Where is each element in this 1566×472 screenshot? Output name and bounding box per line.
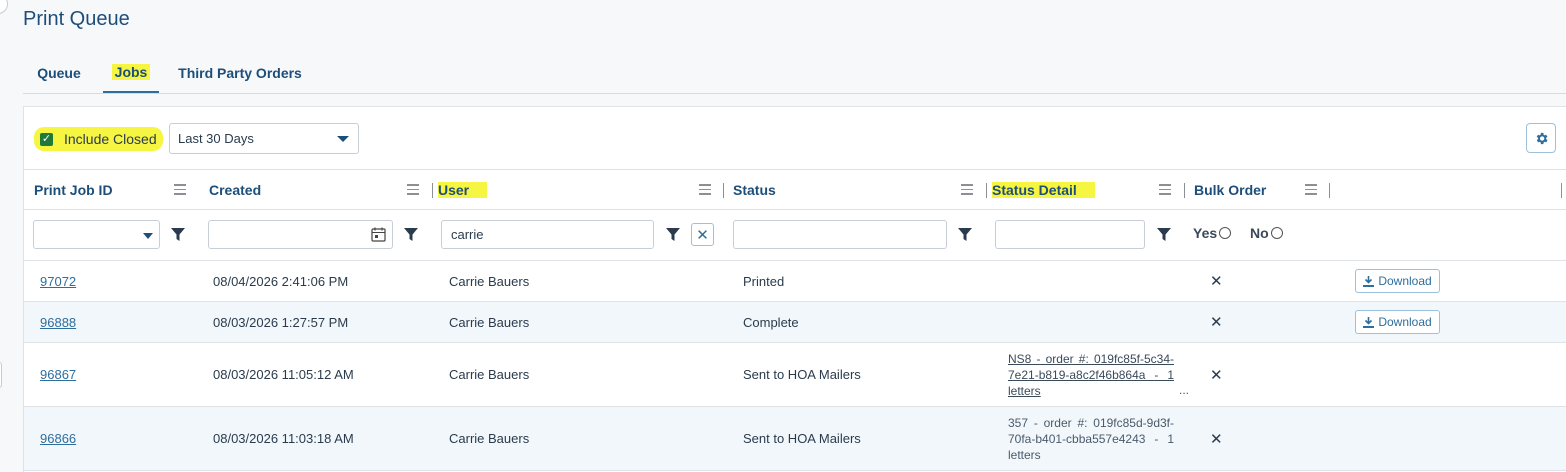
clear-filter-button[interactable]: ✕	[691, 223, 714, 246]
column-header-bulk-order[interactable]: Bulk Order	[1194, 170, 1266, 210]
print-job-id-filter-select[interactable]	[33, 220, 160, 249]
column-header-user[interactable]: User	[438, 170, 488, 210]
checkbox-checked-icon[interactable]: ✓	[40, 132, 53, 146]
bulk-order-no-icon: ✕	[1210, 367, 1223, 384]
download-icon	[1363, 316, 1375, 328]
radio-button[interactable]	[1219, 227, 1232, 239]
download-label: Download	[1378, 315, 1432, 329]
column-resize-handle[interactable]	[432, 183, 433, 198]
column-menu-icon[interactable]	[961, 184, 973, 195]
filter-row: carrie ✕ Yes No	[24, 210, 1566, 261]
print-job-id-link[interactable]: 97072	[40, 261, 76, 301]
column-resize-handle[interactable]	[1561, 183, 1562, 198]
table-row: 96866 08/03/2026 11:03:18 AM Carrie Baue…	[24, 407, 1566, 471]
user-filter-input[interactable]: carrie	[441, 220, 654, 249]
created-cell: 08/03/2026 11:03:18 AM	[213, 431, 354, 446]
download-button[interactable]: Download	[1355, 310, 1440, 334]
user-cell: Carrie Bauers	[449, 273, 530, 289]
grid-toolbar: ✓ Include Closed Last 30 Days	[24, 107, 1566, 170]
chevron-down-icon	[337, 136, 349, 142]
side-panel-toggle[interactable]	[0, 362, 2, 388]
tab-third-party-orders[interactable]: Third Party Orders	[173, 52, 307, 93]
include-closed-toggle[interactable]: ✓ Include Closed	[34, 127, 163, 151]
status-cell: Sent to HOA Mailers	[743, 431, 861, 446]
print-job-id-link[interactable]: 96888	[40, 302, 76, 342]
tab-jobs-label: Jobs	[111, 63, 151, 80]
column-header-status[interactable]: Status	[733, 170, 776, 210]
created-cell: 08/04/2026 2:41:06 PM	[213, 273, 349, 289]
chevron-down-icon	[143, 233, 153, 239]
filter-icon[interactable]	[958, 228, 972, 241]
tab-queue-label: Queue	[37, 64, 81, 81]
status-filter-input[interactable]	[733, 220, 947, 249]
jobs-grid-panel: ✓ Include Closed Last 30 Days Print Job …	[23, 106, 1566, 472]
column-header-print-job-id[interactable]: Print Job ID	[34, 170, 113, 210]
close-icon: ✕	[696, 226, 709, 244]
bulk-order-no-icon: ✕	[1210, 314, 1223, 331]
page-title: Print Queue	[23, 8, 130, 30]
calendar-icon[interactable]	[371, 227, 386, 242]
created-cell: 08/03/2026 1:27:57 PM	[213, 314, 349, 330]
status-detail-link[interactable]: NS8 - order #: 019fc85f-5c34-7e21-b819-a…	[1008, 351, 1174, 399]
bulk-no-option[interactable]: No	[1250, 225, 1283, 241]
gear-icon	[1536, 132, 1547, 144]
print-job-id-link[interactable]: 96866	[40, 407, 76, 470]
user-cell: Carrie Bauers	[449, 367, 530, 382]
tab-third-party-orders-label: Third Party Orders	[178, 64, 302, 81]
user-cell: Carrie Bauers	[449, 431, 530, 446]
table-row: 97072 08/04/2026 2:41:06 PM Carrie Bauer…	[24, 261, 1566, 302]
column-menu-icon[interactable]	[699, 184, 711, 195]
column-menu-icon[interactable]	[174, 184, 186, 195]
status-cell: Printed	[743, 273, 785, 289]
column-menu-icon[interactable]	[407, 184, 419, 195]
more-ellipsis[interactable]: ...	[1179, 383, 1189, 397]
download-button[interactable]: Download	[1355, 269, 1440, 293]
download-label: Download	[1378, 274, 1432, 288]
column-header-row: Print Job ID Created User Status Status …	[24, 170, 1566, 210]
column-resize-handle[interactable]	[1184, 183, 1185, 198]
column-resize-handle[interactable]	[1329, 183, 1330, 198]
filter-icon[interactable]	[666, 228, 680, 241]
column-menu-icon[interactable]	[1159, 184, 1171, 195]
status-detail-filter-input[interactable]	[995, 220, 1145, 249]
column-resize-handle[interactable]	[986, 183, 987, 198]
status-cell: Sent to HOA Mailers	[743, 367, 861, 382]
radio-button[interactable]	[1270, 227, 1283, 239]
created-cell: 08/03/2026 11:05:12 AM	[213, 367, 354, 382]
table-row: 96888 08/03/2026 1:27:57 PM Carrie Bauer…	[24, 302, 1566, 343]
bulk-order-no-icon: ✕	[1210, 431, 1223, 448]
tab-queue[interactable]: Queue	[23, 52, 95, 93]
period-select-value: Last 30 Days	[178, 131, 254, 146]
tab-jobs[interactable]: Jobs	[103, 52, 159, 93]
tab-bar: Queue Jobs Third Party Orders	[23, 52, 1566, 94]
period-select[interactable]: Last 30 Days	[169, 123, 359, 154]
created-date-filter[interactable]	[208, 220, 393, 249]
column-header-status-detail-label: Status Detail	[992, 182, 1095, 198]
filter-icon[interactable]	[171, 228, 185, 241]
user-cell: Carrie Bauers	[449, 314, 530, 330]
bulk-yes-option[interactable]: Yes	[1193, 225, 1232, 241]
bulk-order-no-icon: ✕	[1210, 273, 1223, 290]
include-closed-label: Include Closed	[64, 131, 157, 147]
user-filter-value: carrie	[451, 227, 484, 242]
bulk-no-label: No	[1250, 225, 1269, 241]
column-header-status-detail[interactable]: Status Detail	[992, 170, 1095, 210]
column-resize-handle[interactable]	[723, 183, 724, 198]
side-panel-handle[interactable]	[0, 0, 8, 14]
bulk-yes-label: Yes	[1193, 225, 1218, 241]
column-menu-icon[interactable]	[1305, 184, 1317, 195]
column-header-created[interactable]: Created	[209, 170, 261, 210]
print-job-id-link[interactable]: 96867	[40, 343, 76, 406]
download-icon	[1363, 275, 1375, 287]
status-cell: Complete	[743, 314, 799, 330]
settings-button[interactable]	[1526, 123, 1556, 153]
table-row: 96867 08/03/2026 11:05:12 AM Carrie Baue…	[24, 343, 1566, 407]
status-detail-text: 357 - order #: 019fc85d-9d3f-70fa-b401-c…	[1008, 416, 1174, 462]
filter-icon[interactable]	[1157, 228, 1171, 241]
column-header-user-label: User	[438, 182, 488, 198]
filter-icon[interactable]	[404, 228, 418, 241]
